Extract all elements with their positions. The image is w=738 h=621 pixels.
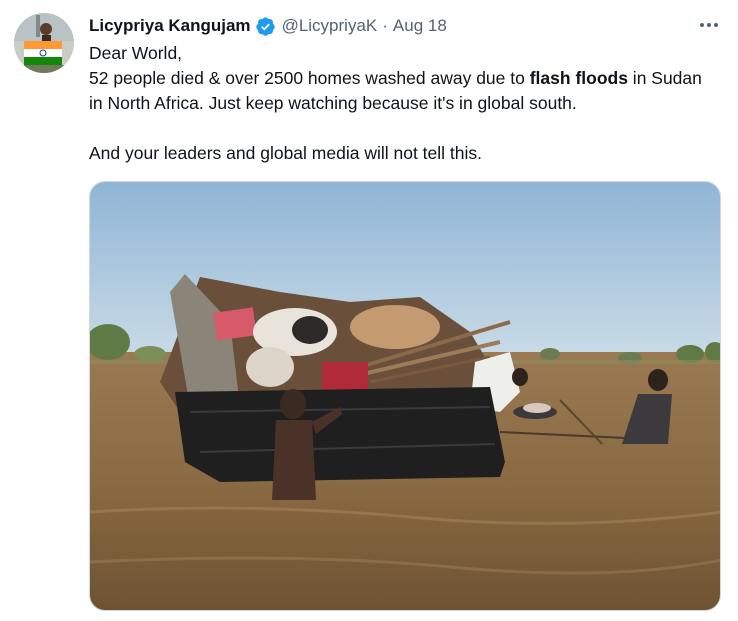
text-main-bold: flash floods bbox=[529, 68, 628, 88]
text-line-closing: And your leaders and global media will n… bbox=[89, 143, 482, 163]
avatar[interactable] bbox=[14, 13, 74, 73]
avatar-image bbox=[14, 13, 74, 73]
text-paragraph-main: 52 people died & over 2500 homes washed … bbox=[89, 66, 719, 116]
more-options-icon[interactable] bbox=[694, 12, 724, 38]
tweet-photo[interactable] bbox=[89, 181, 721, 611]
flood-photo-image bbox=[90, 182, 720, 610]
display-name[interactable]: Licypriya Kangujam bbox=[89, 16, 251, 36]
tweet-text: Dear World, 52 people died & over 2500 h… bbox=[89, 41, 719, 166]
verified-badge-icon bbox=[255, 16, 276, 37]
timestamp[interactable]: Aug 18 bbox=[393, 16, 447, 36]
text-main-part1: 52 people died & over 2500 homes washed … bbox=[89, 68, 530, 88]
text-line-greeting: Dear World, bbox=[89, 43, 183, 63]
separator-dot: · bbox=[382, 16, 388, 35]
user-handle[interactable]: @LicypriyaK bbox=[282, 16, 378, 36]
tweet-header: Licypriya Kangujam @LicypriyaK · Aug 18 bbox=[89, 14, 447, 38]
tweet[interactable]: Licypriya Kangujam @LicypriyaK · Aug 18 … bbox=[0, 0, 738, 621]
